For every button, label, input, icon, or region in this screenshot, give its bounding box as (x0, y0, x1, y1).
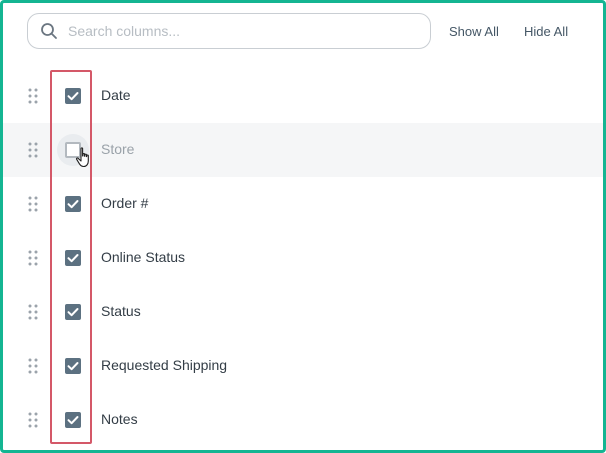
column-label: Online Status (101, 249, 186, 265)
column-checkbox[interactable] (65, 412, 81, 428)
column-checkbox[interactable] (65, 358, 81, 374)
checkmark-icon (67, 308, 79, 317)
column-label: Requested Shipping (101, 357, 228, 373)
search-icon (40, 22, 58, 40)
search-box[interactable] (27, 13, 431, 49)
column-checkbox[interactable] (65, 250, 81, 266)
column-label: Status (101, 303, 141, 319)
drag-handle-icon[interactable] (27, 412, 39, 428)
search-input[interactable] (68, 23, 398, 39)
drag-handle-icon[interactable] (27, 358, 39, 374)
column-checkbox[interactable] (65, 88, 81, 104)
column-list: Date Store Order # Online Status Status … (3, 69, 603, 447)
checkmark-icon (67, 254, 79, 263)
drag-handle-icon[interactable] (27, 196, 39, 212)
column-picker-panel: Show All Hide All Date Store (0, 0, 606, 453)
column-row-online-status[interactable]: Online Status (3, 231, 603, 285)
drag-handle-icon[interactable] (27, 142, 39, 158)
checkmark-icon (67, 362, 79, 371)
column-checkbox[interactable] (65, 196, 81, 212)
column-row-date[interactable]: Date (3, 69, 603, 123)
drag-handle-icon[interactable] (27, 304, 39, 320)
checkmark-icon (67, 416, 79, 425)
checkmark-icon (67, 92, 79, 101)
show-all-button[interactable]: Show All (449, 24, 499, 39)
hide-all-button[interactable]: Hide All (524, 24, 568, 39)
column-row-requested-shipping[interactable]: Requested Shipping (3, 339, 603, 393)
drag-handle-icon[interactable] (27, 250, 39, 266)
column-label: Store (101, 141, 135, 157)
hand-pointer-cursor-icon (75, 147, 89, 168)
column-row-store[interactable]: Store (3, 123, 603, 177)
drag-handle-icon[interactable] (27, 88, 39, 104)
column-checkbox[interactable] (65, 304, 81, 320)
column-label: Date (101, 87, 131, 103)
column-row-order-number[interactable]: Order # (3, 177, 603, 231)
column-picker-toolbar: Show All Hide All (3, 3, 603, 65)
checkmark-icon (67, 200, 79, 209)
column-row-status[interactable]: Status (3, 285, 603, 339)
column-row-notes[interactable]: Notes (3, 393, 603, 447)
column-label: Order # (101, 195, 149, 211)
column-label: Notes (101, 411, 138, 427)
